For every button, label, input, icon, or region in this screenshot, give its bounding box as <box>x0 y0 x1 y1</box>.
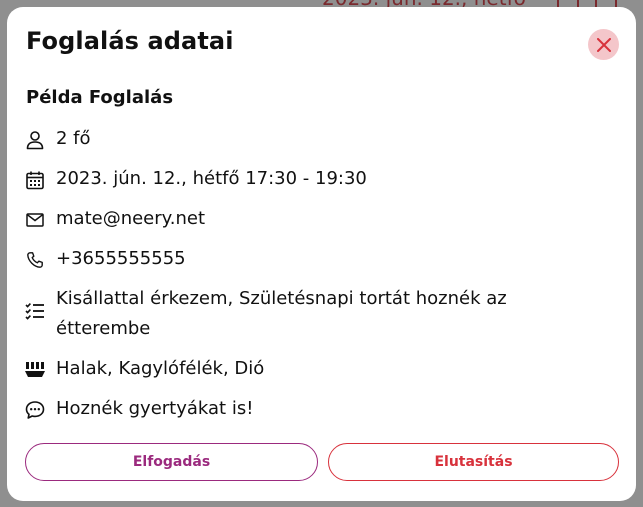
booking-datetime: 2023. jún. 12., hétfő 17:30 - 19:30 <box>56 168 367 189</box>
contact-email: mate@neery.net <box>56 208 206 229</box>
guest-count: 2 fő <box>56 128 91 149</box>
booking-name: Példa Foglalás <box>26 87 174 108</box>
phone-row: +3655555555 <box>24 248 186 274</box>
reject-button[interactable]: Elutasítás <box>328 443 619 481</box>
person-icon <box>24 129 46 151</box>
chat-bubble-icon <box>24 399 46 421</box>
checklist-icon <box>24 300 46 322</box>
booking-details-modal: Foglalás adatai Példa Foglalás 2 fő 2023… <box>7 7 636 501</box>
booking-notes: Kisállattal érkezem, Születésnapi tortát… <box>56 288 507 339</box>
datetime-row: 2023. jún. 12., hétfő 17:30 - 19:30 <box>24 168 367 194</box>
notes-row: Kisállattal érkezem, Születésnapi tortát… <box>24 288 596 344</box>
allergens-row: Halak, Kagylófélék, Dió <box>24 358 264 384</box>
comment-row: Hoznék gyertyákat is! <box>24 398 253 424</box>
accept-button[interactable]: Elfogadás <box>25 443 318 481</box>
phone-icon <box>24 249 46 271</box>
mail-icon <box>24 209 46 231</box>
close-icon <box>596 37 611 52</box>
guests-row: 2 fő <box>24 128 91 154</box>
food-allergen-icon <box>24 359 46 381</box>
booking-comment: Hoznék gyertyákat is! <box>56 398 254 419</box>
contact-phone: +3655555555 <box>56 248 186 269</box>
booking-allergens: Halak, Kagylófélék, Dió <box>56 358 265 379</box>
calendar-icon <box>24 169 46 191</box>
close-button[interactable] <box>588 29 619 60</box>
email-row: mate@neery.net <box>24 208 205 234</box>
modal-title: Foglalás adatai <box>26 27 234 55</box>
